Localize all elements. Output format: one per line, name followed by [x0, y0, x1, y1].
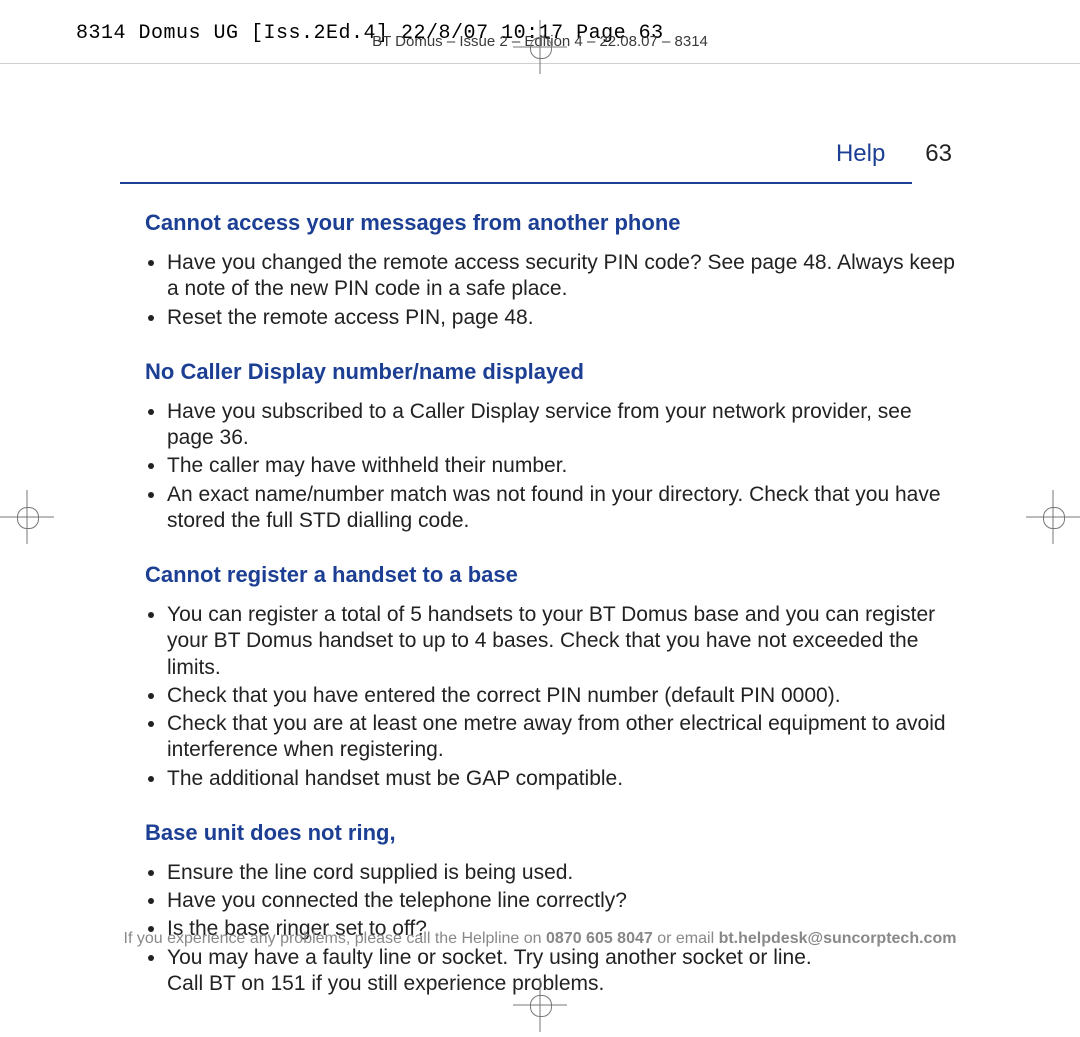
- bullet-list: You can register a total of 5 handsets t…: [145, 602, 960, 792]
- topic-heading: Cannot access your messages from another…: [145, 210, 960, 236]
- list-item: The additional handset must be GAP compa…: [167, 766, 960, 792]
- list-item: Check that you have entered the correct …: [167, 683, 960, 709]
- bullet-list: Have you subscribed to a Caller Display …: [145, 399, 960, 534]
- list-item: An exact name/number match was not found…: [167, 482, 960, 535]
- footnote-phone: 0870 605 8047: [546, 930, 653, 947]
- list-item: You can register a total of 5 handsets t…: [167, 602, 960, 681]
- list-item: Reset the remote access PIN, page 48.: [167, 305, 960, 331]
- bullet-list: Have you changed the remote access secur…: [145, 250, 960, 331]
- topic-heading: No Caller Display number/name displayed: [145, 359, 960, 385]
- footnote-mid: or email: [653, 930, 719, 947]
- registration-mark-icon: [1026, 490, 1080, 544]
- registration-mark-icon: [0, 490, 54, 544]
- bullet-list: Ensure the line cord supplied is being u…: [145, 860, 960, 997]
- page-body: Help 63 Cannot access your messages from…: [120, 140, 960, 1025]
- list-item: Have you connected the telephone line co…: [167, 888, 960, 914]
- list-item: Check that you are at least one metre aw…: [167, 711, 960, 764]
- list-item: The caller may have withheld their numbe…: [167, 453, 960, 479]
- list-item: Ensure the line cord supplied is being u…: [167, 860, 960, 886]
- list-item: Have you subscribed to a Caller Display …: [167, 399, 960, 452]
- page-number: 63: [925, 140, 952, 168]
- topic-heading: Cannot register a handset to a base: [145, 562, 960, 588]
- helpline-footnote: If you experience any problems, please c…: [0, 930, 1080, 948]
- topic-heading: Base unit does not ring,: [145, 820, 960, 846]
- section-name: Help: [836, 140, 885, 168]
- footnote-email: bt.helpdesk@suncorptech.com: [719, 930, 957, 947]
- registration-mark-icon: [513, 20, 567, 74]
- list-item-text: You may have a faulty line or socket. Tr…: [167, 946, 812, 969]
- header-rule: [120, 182, 912, 184]
- footnote-pre: If you experience any problems, please c…: [124, 930, 546, 947]
- registration-mark-icon: [513, 978, 567, 1032]
- page-header: Help 63: [120, 140, 960, 168]
- list-item: Have you changed the remote access secur…: [167, 250, 960, 303]
